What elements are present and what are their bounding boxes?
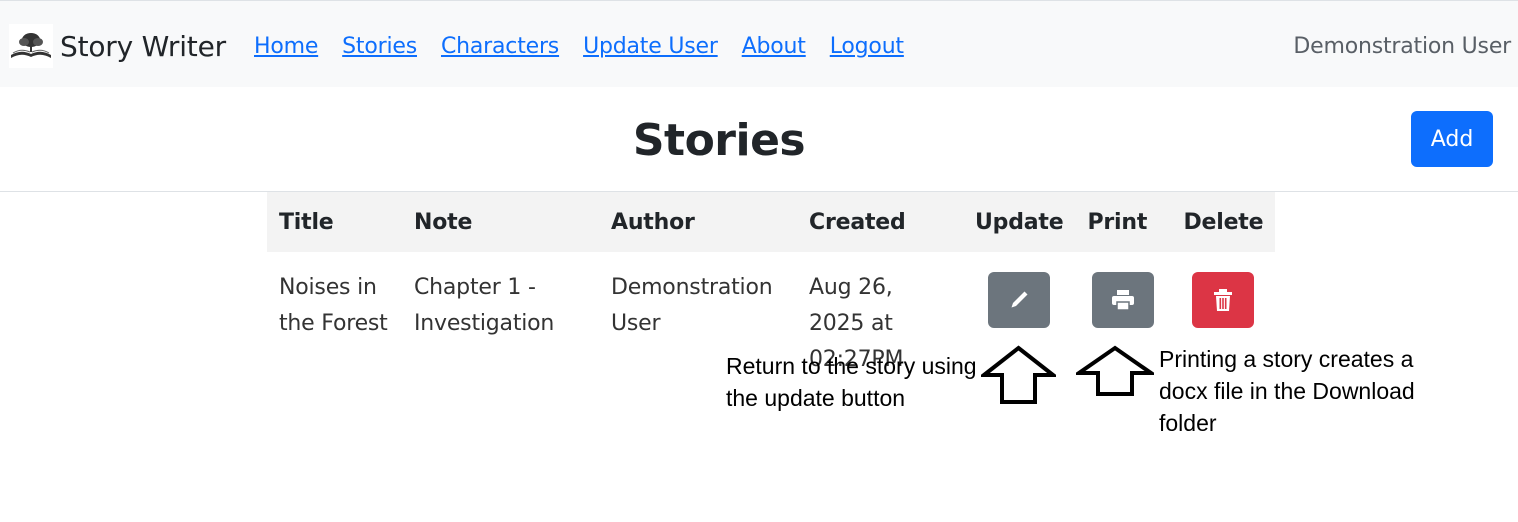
open-book-tree-icon: [9, 24, 53, 68]
column-header-print: Print: [1075, 192, 1172, 252]
delete-story-button[interactable]: [1192, 272, 1255, 328]
trash-icon: [1214, 289, 1233, 311]
page-title: Stories: [632, 115, 806, 166]
nav-link-home[interactable]: Home: [254, 34, 318, 59]
nav-link-update-user[interactable]: Update User: [583, 34, 718, 59]
up-arrow-icon: [1076, 345, 1154, 396]
column-header-created: Created: [797, 192, 963, 252]
up-arrow-icon: [981, 345, 1056, 404]
nav-link-characters[interactable]: Characters: [441, 34, 559, 59]
column-header-note: Note: [402, 192, 599, 252]
brand-name: Story Writer: [60, 29, 226, 63]
current-user-name: Demonstration User: [1293, 34, 1511, 59]
page-header: Stories Add: [0, 87, 1518, 192]
story-note-cell: Chapter 1 - Investigation: [414, 275, 555, 336]
nav-links: Home Stories Characters Update User Abou…: [254, 34, 904, 59]
update-story-button[interactable]: [988, 272, 1051, 328]
column-header-title: Title: [267, 192, 402, 252]
print-story-button[interactable]: [1092, 272, 1155, 328]
nav-link-logout[interactable]: Logout: [830, 34, 904, 59]
table-header-row: Title Note Author Created Update Print D…: [267, 192, 1276, 252]
printer-icon: [1112, 290, 1135, 311]
add-story-button[interactable]: Add: [1411, 111, 1493, 167]
nav-link-about[interactable]: About: [742, 34, 806, 59]
update-hint-annotation: Return to the story using the update but…: [726, 353, 977, 411]
nav-link-stories[interactable]: Stories: [342, 34, 417, 59]
column-header-update: Update: [963, 192, 1076, 252]
navbar: Story Writer Home Stories Characters Upd…: [0, 0, 1518, 87]
column-header-delete: Delete: [1171, 192, 1276, 252]
pencil-icon: [1011, 291, 1028, 308]
brand[interactable]: Story Writer: [9, 24, 226, 68]
print-hint-annotation: Printing a story creates a docx file in …: [1159, 346, 1415, 436]
story-title-cell: Noises in the Forest: [279, 275, 388, 336]
column-header-author: Author: [599, 192, 797, 252]
